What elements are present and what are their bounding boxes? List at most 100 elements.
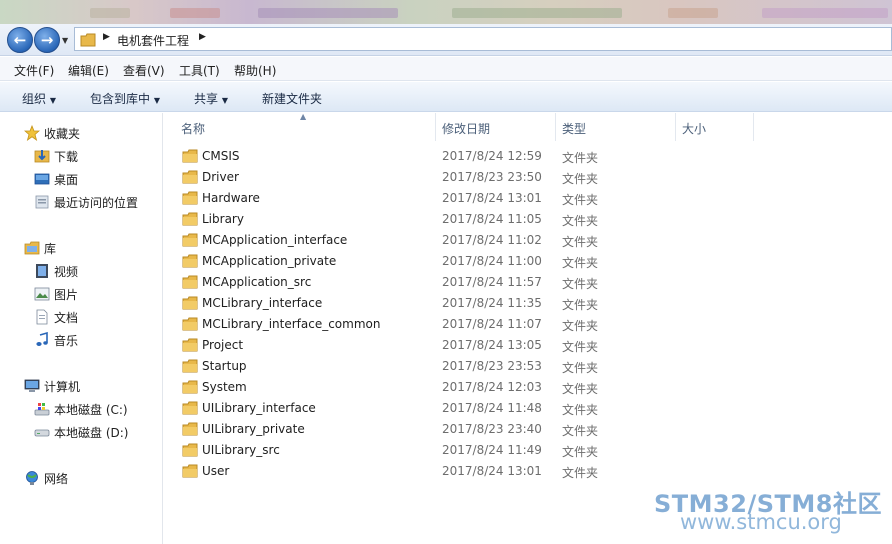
recent-pages-dropdown[interactable]: ▼ (62, 36, 68, 45)
file-name: UILibrary_private (202, 422, 305, 436)
nav-libraries-label: 库 (44, 242, 57, 256)
file-row[interactable]: MCApplication_interface 2017/8/24 11:02 文件… (178, 230, 818, 251)
file-date: 2017/8/24 13:01 (442, 464, 542, 478)
file-date: 2017/8/23 23:53 (442, 359, 542, 373)
file-name: Driver (202, 170, 239, 184)
file-date: 2017/8/24 13:05 (442, 338, 542, 352)
nav-recent-label: 最近访问的位置 (54, 196, 139, 210)
network-icon (26, 471, 38, 485)
video-icon (36, 264, 48, 278)
file-row[interactable]: UILibrary_interface 2017/8/24 11:48 文件夹 (178, 398, 818, 419)
file-type: 文件夹 (562, 235, 599, 249)
back-button[interactable]: ← (7, 27, 33, 53)
forward-button[interactable]: → (34, 27, 60, 53)
file-type: 文件夹 (562, 466, 599, 480)
file-name: UILibrary_interface (202, 401, 316, 415)
nav-favorites-label: 收藏夹 (44, 127, 81, 141)
file-type: 文件夹 (562, 445, 599, 459)
column-header-size-label: 大小 (682, 122, 707, 136)
menu-tools[interactable]: 工具(T) (179, 62, 220, 79)
organize-button[interactable]: 组织 ▼ (22, 90, 56, 107)
file-date: 2017/8/24 13:01 (442, 191, 542, 205)
file-date: 2017/8/24 11:00 (442, 254, 542, 268)
file-name: MCLibrary_interface_common (202, 317, 381, 331)
file-name: Startup (202, 359, 247, 373)
file-row[interactable]: UILibrary_src 2017/8/24 11:49 文件夹 (178, 440, 818, 461)
share-button[interactable]: 共享 ▼ (194, 90, 228, 107)
column-header-size[interactable]: 大小 (676, 113, 754, 141)
folder-icon (182, 149, 198, 163)
column-header-date-label: 修改日期 (442, 122, 491, 136)
folder-icon (182, 422, 198, 436)
file-row[interactable]: Driver 2017/8/23 23:50 文件夹 (178, 167, 818, 188)
watermark-url: www.stmcu.org (680, 510, 842, 534)
file-row[interactable]: Startup 2017/8/23 23:53 文件夹 (178, 356, 818, 377)
music-icon (36, 332, 48, 346)
nav-music-label: 音乐 (54, 334, 79, 348)
file-date: 2017/8/24 11:05 (442, 212, 542, 226)
menu-view[interactable]: 查看(V) (123, 62, 165, 79)
breadcrumb-current[interactable]: 电机套件工程 (117, 32, 189, 49)
folder-icon (182, 443, 198, 457)
include-in-library-button[interactable]: 包含到库中 ▼ (90, 90, 160, 107)
file-type: 文件夹 (562, 256, 599, 270)
file-date: 2017/8/24 11:07 (442, 317, 542, 331)
file-type: 文件夹 (562, 298, 599, 312)
organize-label: 组织 (22, 92, 47, 106)
nav-videos-label: 视频 (54, 265, 79, 279)
menu-help[interactable]: 帮助(H) (234, 62, 276, 79)
pictures-icon (34, 287, 50, 301)
nav-downloads-label: 下载 (54, 150, 79, 164)
breadcrumb-arrow-icon[interactable]: ▶ (103, 32, 110, 42)
file-row[interactable]: MCApplication_private 2017/8/24 11:00 文件夹 (178, 251, 818, 272)
new-folder-button[interactable]: 新建文件夹 (262, 90, 322, 107)
address-bar[interactable]: ▶ 电机套件工程 ▶ (74, 27, 892, 51)
file-type: 文件夹 (562, 277, 599, 291)
file-date: 2017/8/24 12:59 (442, 149, 542, 163)
desktop-icon (34, 173, 50, 185)
column-header-type[interactable]: 类型 (556, 113, 676, 141)
breadcrumb-arrow-icon[interactable]: ▶ (199, 32, 206, 42)
file-type: 文件夹 (562, 193, 599, 207)
file-name: User (202, 464, 230, 478)
recent-places-icon (35, 195, 49, 209)
chevron-down-icon: ▼ (221, 96, 228, 105)
folder-icon (182, 464, 198, 478)
column-header-date[interactable]: 修改日期 (436, 113, 556, 141)
file-type: 文件夹 (562, 214, 599, 228)
menu-edit[interactable]: 编辑(E) (68, 62, 109, 79)
file-name: System (202, 380, 247, 394)
folder-icon (182, 254, 198, 268)
file-date: 2017/8/24 11:35 (442, 296, 542, 310)
nav-drive-c-label: 本地磁盘 (C:) (54, 403, 128, 417)
include-library-label: 包含到库中 (90, 92, 151, 106)
folder-icon (182, 338, 198, 352)
file-row[interactable]: CMSIS 2017/8/24 12:59 文件夹 (178, 146, 818, 167)
folder-icon (182, 275, 198, 289)
file-name: MCApplication_private (202, 254, 337, 268)
chevron-down-icon: ▼ (49, 96, 56, 105)
file-row[interactable]: Library 2017/8/24 11:05 文件夹 (178, 209, 818, 230)
file-row[interactable]: System 2017/8/24 12:03 文件夹 (178, 377, 818, 398)
share-label: 共享 (194, 92, 219, 106)
file-row[interactable]: User 2017/8/24 13:01 文件夹 (178, 461, 818, 482)
file-name: Hardware (202, 191, 260, 205)
folder-icon (182, 212, 198, 226)
file-row[interactable]: MCLibrary_interface 2017/8/24 11:35 文件夹 (178, 293, 818, 314)
file-row[interactable]: MCApplication_src 2017/8/24 11:57 文件夹 (178, 272, 818, 293)
folder-icon (182, 359, 198, 373)
file-name: UILibrary_src (202, 443, 280, 457)
sort-ascending-icon: ▲ (300, 112, 307, 121)
folder-icon (182, 317, 198, 331)
file-type: 文件夹 (562, 403, 599, 417)
file-row[interactable]: MCLibrary_interface_common 2017/8/24 11:0… (178, 314, 818, 335)
file-date: 2017/8/24 11:48 (442, 401, 542, 415)
menu-file[interactable]: 文件(F) (14, 62, 54, 79)
file-row[interactable]: Project 2017/8/24 13:05 文件夹 (178, 335, 818, 356)
file-row[interactable]: UILibrary_private 2017/8/23 23:40 文件夹 (178, 419, 818, 440)
file-row[interactable]: Hardware 2017/8/24 13:01 文件夹 (178, 188, 818, 209)
command-toolbar: 组织 ▼ 包含到库中 ▼ 共享 ▼ 新建文件夹 (0, 82, 892, 112)
file-name: CMSIS (202, 149, 240, 163)
folder-icon (182, 401, 198, 415)
nav-computer-label: 计算机 (44, 380, 81, 394)
